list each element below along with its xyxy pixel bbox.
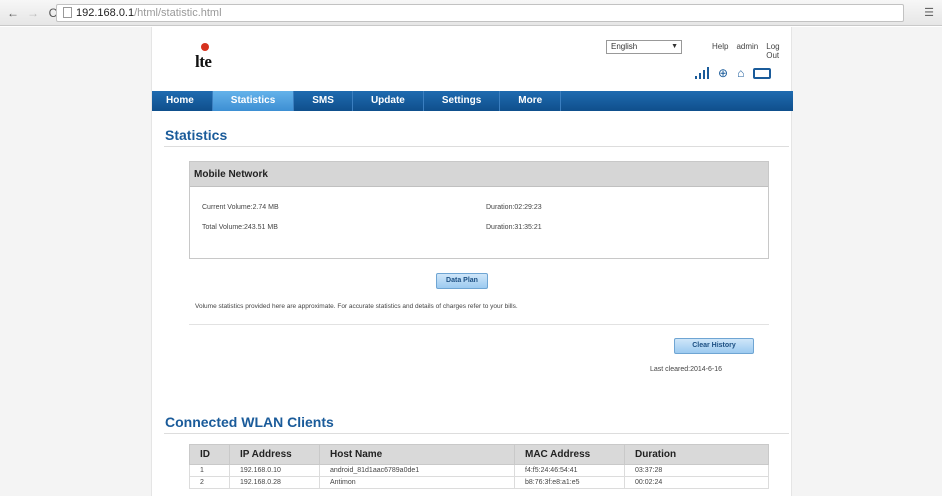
mobile-network-header: Mobile Network: [190, 162, 768, 187]
cell-host: android_81d1aac6789a0de1: [319, 464, 515, 477]
cell-id: 1: [189, 464, 230, 477]
wifi-icon: ⌂: [737, 66, 745, 80]
note-divider: [189, 324, 769, 325]
signal-icon: [695, 67, 709, 79]
url-path: /html/statistic.html: [134, 7, 222, 19]
menu-home[interactable]: Home: [152, 91, 213, 111]
page-background-left: [0, 27, 151, 496]
menu-update[interactable]: Update: [353, 91, 424, 111]
forward-button[interactable]: →: [26, 6, 40, 20]
title-divider: [164, 146, 789, 147]
user-name: admin: [736, 42, 759, 51]
column-header-host: Host Name: [319, 444, 515, 465]
mobile-network-panel: Mobile Network Current Volume:2.74 MB Du…: [189, 161, 769, 259]
cell-host: Antimon: [319, 476, 515, 489]
current-volume: Current Volume:2.74 MB: [202, 204, 279, 211]
statistics-title: Statistics: [165, 127, 228, 143]
clear-history-button[interactable]: Clear History: [674, 338, 754, 354]
data-plan-button[interactable]: Data Plan: [436, 273, 488, 289]
url-host: 192.168.0.1: [76, 7, 135, 19]
main-menu: Home Statistics SMS Update Settings More: [152, 91, 793, 111]
logo-text: lte: [195, 52, 212, 71]
router-page: lte English ▼ Help admin Log Out ⊕ ⌂ Hom…: [151, 27, 793, 496]
cell-duration: 00:02:24: [624, 476, 769, 489]
back-button[interactable]: ←: [6, 6, 20, 20]
column-header-ip: IP Address: [229, 444, 320, 465]
cell-ip: 192.168.0.28: [229, 476, 320, 489]
cell-mac: f4:f5:24:46:54:41: [514, 464, 625, 477]
chevron-down-icon: ▼: [671, 43, 678, 50]
cell-ip: 192.168.0.10: [229, 464, 320, 477]
column-header-id: ID: [189, 444, 230, 465]
cell-duration: 03:37:28: [624, 464, 769, 477]
table-header-row: ID IP Address Host Name MAC Address Dura…: [189, 444, 769, 465]
top-links: Help admin Log Out: [712, 42, 791, 60]
language-select[interactable]: English ▼: [606, 40, 682, 54]
total-duration: Duration:31:35:21: [486, 224, 542, 231]
wlan-title: Connected WLAN Clients: [165, 414, 334, 430]
status-icons: ⊕ ⌂: [695, 66, 772, 80]
total-volume: Total Volume:243.51 MB: [202, 224, 278, 231]
language-value: English: [611, 42, 638, 51]
table-row: 1 192.168.0.10 android_81d1aac6789a0de1 …: [189, 464, 769, 477]
page-background-right: [792, 27, 942, 496]
page-icon: [63, 7, 72, 18]
menu-settings[interactable]: Settings: [424, 91, 501, 111]
menu-sms[interactable]: SMS: [294, 91, 353, 111]
battery-icon: [753, 67, 772, 79]
cell-id: 2: [189, 476, 230, 489]
address-bar[interactable]: 192.168.0.1/html/statistic.html: [56, 4, 904, 22]
cell-mac: b8:76:3f:e8:a1:e5: [514, 476, 625, 489]
help-link[interactable]: Help: [712, 42, 728, 60]
column-header-duration: Duration: [624, 444, 769, 465]
column-header-mac: MAC Address: [514, 444, 625, 465]
menu-statistics[interactable]: Statistics: [212, 91, 295, 111]
logout-link[interactable]: Log Out: [766, 42, 791, 60]
menu-more[interactable]: More: [500, 91, 562, 111]
wlan-title-divider: [164, 433, 789, 434]
logo-dot-icon: [201, 43, 209, 51]
browser-toolbar: ← → C 192.168.0.1/html/statistic.html ☰: [0, 0, 942, 26]
wlan-clients-table: ID IP Address Host Name MAC Address Dura…: [189, 444, 769, 489]
globe-icon: ⊕: [718, 66, 729, 80]
table-row: 2 192.168.0.28 Antimon b8:76:3f:e8:a1:e5…: [189, 476, 769, 489]
browser-menu-button[interactable]: ☰: [924, 6, 934, 19]
statistics-note: Volume statistics provided here are appr…: [195, 303, 518, 310]
current-duration: Duration:02:29:23: [486, 204, 542, 211]
last-cleared: Last cleared:2014-6-16: [650, 366, 722, 373]
